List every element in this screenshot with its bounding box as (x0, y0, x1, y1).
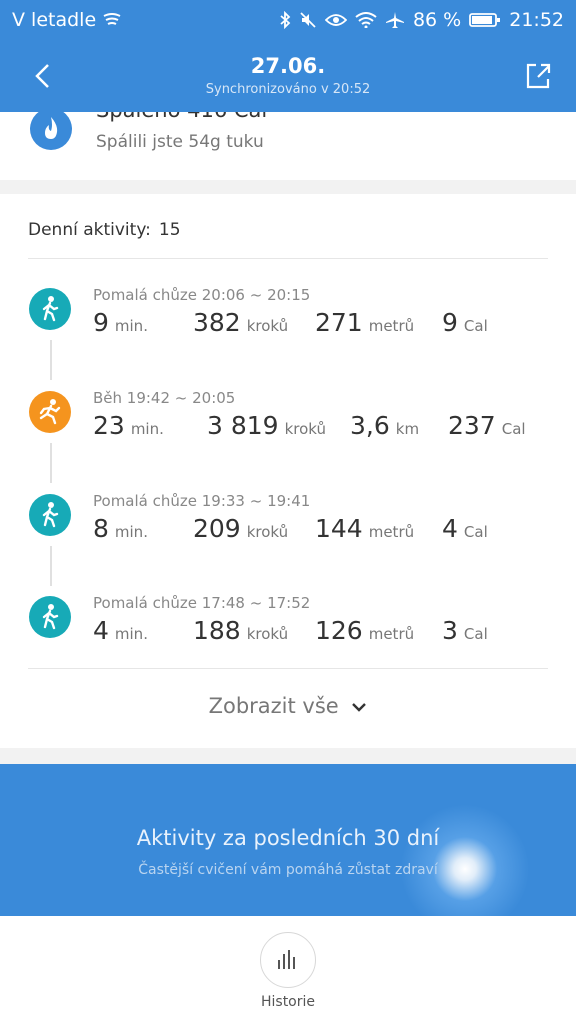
daily-activities: Denní aktivity: 15 (28, 220, 181, 240)
activity-label: Pomalá chůze 20:06 ~ 20:15 (93, 286, 311, 304)
steps-unit: kroků (246, 317, 289, 335)
steps-unit: kroků (246, 625, 289, 643)
duration-unit: min. (114, 523, 148, 541)
distance-value: 271 (315, 308, 363, 337)
steps-unit: kroků (284, 420, 327, 438)
battery-percent: 86 % (412, 9, 462, 31)
calories-subtitle: Spálili jste 54g tuku (96, 132, 264, 152)
activities-card: Denní aktivity: 15 Pomalá chůze 20:06 ~ 2… (0, 194, 576, 748)
distance-unit: km (395, 420, 420, 438)
timeline-connector (50, 443, 52, 483)
calories-value: 237 (448, 411, 496, 440)
timeline-connector (50, 546, 52, 586)
divider (28, 258, 548, 259)
steps-value: 3 819 (207, 411, 279, 440)
history-button[interactable] (260, 932, 316, 988)
carrier-label: V letadle (12, 9, 97, 31)
duration-value: 4 (93, 616, 109, 645)
daily-activities-label: Denní aktivity: (28, 220, 151, 240)
duration-value: 8 (93, 514, 109, 543)
walking-icon (29, 494, 71, 536)
distance-value: 126 (315, 616, 363, 645)
airplane-signal-icon (103, 13, 121, 25)
sync-status: Synchronizováno v 20:52 (205, 82, 371, 97)
flame-icon (30, 112, 72, 150)
bar-chart-icon (278, 950, 295, 969)
calories-unit: Cal (501, 420, 526, 438)
history-label: Historie (260, 994, 316, 1010)
walking-icon (29, 288, 71, 330)
activity-row[interactable]: Pomalá chůze 20:06 ~ 20:15 9 min. 382 krok… (0, 286, 576, 376)
activity-label: Pomalá chůze 19:33 ~ 19:41 (93, 492, 311, 510)
activity-row[interactable]: Pomalá chůze 17:48 ~ 17:52 4 min. 188 krok… (0, 594, 576, 684)
running-icon (29, 391, 71, 433)
distance-value: 3,6 (350, 411, 390, 440)
wifi-icon (355, 12, 377, 28)
calories-value: 9 (442, 308, 458, 337)
battery-icon (469, 13, 501, 27)
bluetooth-icon (280, 11, 291, 29)
show-all-button[interactable]: Zobrazit vše (0, 694, 576, 718)
status-bar: V letadle 86 % 21:52 (0, 0, 576, 40)
duration-value: 23 (93, 411, 125, 440)
activity-30-days-banner[interactable]: Aktivity za posledních 30 dní Častější c… (0, 764, 576, 916)
show-all-label: Zobrazit vše (208, 694, 339, 718)
duration-unit: min. (130, 420, 164, 438)
clock: 21:52 (509, 9, 564, 31)
section-separator (0, 180, 576, 194)
calories-value: 4 (442, 514, 458, 543)
page-title: 27.06. (250, 54, 326, 78)
distance-unit: metrů (368, 625, 415, 643)
duration-unit: min. (114, 625, 148, 643)
eye-icon (324, 14, 347, 26)
bottom-bar: Historie (0, 916, 576, 1024)
banner-subtitle: Častější cvičení vám pomáhá zůstat zdrav… (138, 862, 438, 878)
calories-title: Spáleno 416 Cal (96, 112, 267, 122)
timeline-connector (50, 340, 52, 380)
activity-label: Běh 19:42 ~ 20:05 (93, 389, 236, 407)
distance-unit: metrů (368, 523, 415, 541)
steps-unit: kroků (246, 523, 289, 541)
distance-value: 144 (315, 514, 363, 543)
duration-unit: min. (114, 317, 148, 335)
banner-title: Aktivity za posledních 30 dní (136, 826, 440, 850)
chevron-down-icon (352, 703, 367, 712)
activity-label: Pomalá chůze 17:48 ~ 17:52 (93, 594, 311, 612)
walking-icon (29, 596, 71, 638)
activity-row[interactable]: Pomalá chůze 19:33 ~ 19:41 8 min. 209 krok… (0, 492, 576, 582)
share-icon (526, 63, 551, 89)
steps-value: 382 (193, 308, 241, 337)
daily-activities-count: 15 (158, 220, 181, 240)
calories-unit: Cal (463, 317, 488, 335)
calories-value: 3 (442, 616, 458, 645)
glow-decoration (400, 804, 530, 916)
divider (28, 668, 548, 669)
app-header: 27.06. Synchronizováno v 20:52 (0, 40, 576, 112)
distance-unit: metrů (368, 317, 415, 335)
airplane-icon (385, 12, 404, 28)
calories-unit: Cal (463, 625, 488, 643)
activity-row[interactable]: Běh 19:42 ~ 20:05 23 min. 3 819 kroků 3,6 k… (0, 389, 576, 479)
steps-value: 209 (193, 514, 241, 543)
section-separator (0, 748, 576, 764)
duration-value: 9 (93, 308, 109, 337)
calories-unit: Cal (463, 523, 488, 541)
calories-card: Spáleno 416 Cal Spálili jste 54g tuku (0, 112, 576, 180)
mute-icon (300, 12, 316, 28)
share-button[interactable] (524, 60, 552, 92)
steps-value: 188 (193, 616, 241, 645)
